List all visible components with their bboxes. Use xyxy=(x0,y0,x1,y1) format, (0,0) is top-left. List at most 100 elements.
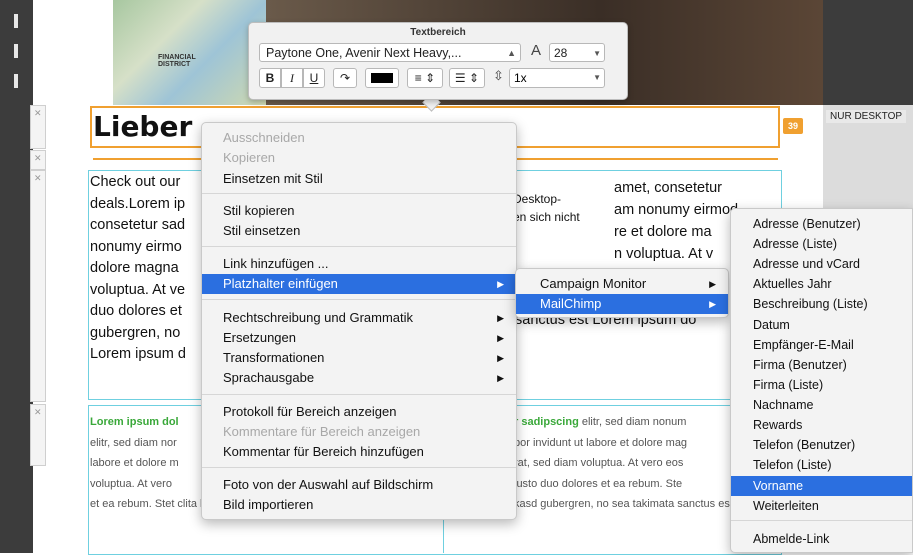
menu-separator xyxy=(202,394,516,395)
height-badge: 39 xyxy=(783,118,803,134)
mailchimp-submenu: Adresse (Benutzer) Adresse (Liste) Adres… xyxy=(730,208,913,553)
merge-tag-item[interactable]: Aktuelles Jahr xyxy=(731,274,912,294)
close-icon[interactable]: ✕ xyxy=(34,173,42,184)
menu-item-add-comment[interactable]: Kommentar für Bereich hinzufügen xyxy=(202,442,516,462)
menu-item-copy-style[interactable]: Stil kopieren xyxy=(202,201,516,221)
menu-item-label: Ersetzungen xyxy=(223,330,296,345)
line-height-value: 1x xyxy=(514,71,527,85)
context-menu: Ausschneiden Kopieren Einsetzen mit Stil… xyxy=(201,122,517,520)
chevron-down-icon[interactable]: ▼ xyxy=(593,44,601,63)
menu-item-add-link[interactable]: Link hinzufügen ... xyxy=(202,254,516,274)
chevron-down-icon[interactable]: ▼ xyxy=(593,69,601,87)
close-icon[interactable]: ✕ xyxy=(34,108,42,119)
merge-tag-item[interactable]: Rewards xyxy=(731,415,912,435)
menu-item-insert-placeholder[interactable]: Platzhalter einfügen ▶ xyxy=(202,274,516,294)
merge-tag-item[interactable]: Telefon (Benutzer) xyxy=(731,435,912,455)
submenu-item-campaign-monitor[interactable]: Campaign Monitor ▶ xyxy=(516,274,728,294)
italic-button[interactable]: I xyxy=(281,68,303,88)
menu-item-import-image[interactable]: Bild importieren xyxy=(202,495,516,515)
text-color-button[interactable] xyxy=(365,68,399,88)
color-swatch xyxy=(371,73,393,83)
font-family-select[interactable]: Paytone One, Avenir Next Heavy,... ▲ xyxy=(259,43,521,62)
menu-item-cut[interactable]: Ausschneiden xyxy=(202,128,516,148)
menu-item-show-log[interactable]: Protokoll für Bereich anzeigen xyxy=(202,402,516,422)
toolbar-title: Textbereich xyxy=(410,27,466,38)
font-size-input[interactable]: 28 ▼ xyxy=(549,43,605,62)
merge-tag-item[interactable]: Datum xyxy=(731,315,912,335)
merge-tag-item[interactable]: Empfänger-E-Mail xyxy=(731,335,912,355)
menu-item-label: Rechtschreibung und Grammatik xyxy=(223,310,414,325)
menu-item-label: Sprachausgabe xyxy=(223,370,315,385)
row-handle[interactable]: ✕ xyxy=(30,404,46,466)
line-height-icon: ⇳ xyxy=(493,68,504,83)
submenu-arrow-icon: ▶ xyxy=(709,299,716,309)
map-image xyxy=(113,0,266,105)
link-button[interactable]: ↷ xyxy=(333,68,357,88)
redo-arrow-icon: ↷ xyxy=(339,71,351,85)
font-family-value: Paytone One, Avenir Next Heavy,... xyxy=(266,46,462,60)
row-handle[interactable]: ✕ xyxy=(30,105,46,149)
menu-item-paste-style[interactable]: Stil einsetzen xyxy=(202,221,516,241)
menu-item-transformations[interactable]: Transformationen ▶ xyxy=(202,348,516,368)
menu-separator xyxy=(202,193,516,194)
merge-tag-item[interactable]: Adresse und vCard xyxy=(731,254,912,274)
menu-separator xyxy=(202,246,516,247)
body-line: am nonumy eirmod xyxy=(614,202,739,218)
submenu-arrow-icon: ▶ xyxy=(497,279,504,289)
line-height-select[interactable]: 1x ▼ xyxy=(509,68,605,88)
menu-item-label: Transformationen xyxy=(223,350,325,365)
align-left-icon: ≡ ⇕ xyxy=(414,71,436,85)
merge-tag-item[interactable]: Adresse (Liste) xyxy=(731,234,912,254)
headline-text[interactable]: Lieber xyxy=(93,110,192,143)
menu-item-screenshot[interactable]: Foto von der Auswahl auf Bildschirm xyxy=(202,475,516,495)
menu-item-label: MailChimp xyxy=(540,296,602,311)
menu-item-paste-with-style[interactable]: Einsetzen mit Stil xyxy=(202,169,516,189)
menu-item-substitutions[interactable]: Ersetzungen ▶ xyxy=(202,328,516,348)
body-line: n voluptua. At v xyxy=(614,246,714,262)
body-line: re et dolore ma xyxy=(614,224,712,240)
menu-item-copy[interactable]: Kopieren xyxy=(202,148,516,168)
row-handle[interactable]: ✕ xyxy=(30,170,46,402)
close-icon[interactable]: ✕ xyxy=(34,407,42,418)
merge-tag-item[interactable]: Firma (Liste) xyxy=(731,375,912,395)
merge-tag-item[interactable]: Nachname xyxy=(731,395,912,415)
menu-separator xyxy=(202,467,516,468)
menu-item-label: Campaign Monitor xyxy=(540,276,647,291)
merge-tag-item[interactable]: Telefon (Liste) xyxy=(731,455,912,475)
font-size-value: 28 xyxy=(554,46,568,60)
menu-separator xyxy=(731,520,912,521)
bold-button[interactable]: B xyxy=(259,68,281,88)
menu-item-spelling-grammar[interactable]: Rechtschreibung und Grammatik ▶ xyxy=(202,308,516,328)
rail-marker xyxy=(14,44,18,58)
map-label: FINANCIAL DISTRICT xyxy=(158,54,196,68)
alignment-select[interactable]: ≡ ⇕ xyxy=(407,68,443,88)
hidden-note-line: en sich nicht xyxy=(513,210,580,224)
row-handle[interactable]: ✕ xyxy=(30,150,46,170)
underline-button[interactable]: U xyxy=(303,68,325,88)
submenu-item-mailchimp[interactable]: MailChimp ▶ xyxy=(516,294,728,314)
placeholder-submenu: Campaign Monitor ▶ MailChimp ▶ xyxy=(515,268,729,318)
submenu-arrow-icon: ▶ xyxy=(497,353,504,363)
merge-tag-item[interactable]: Firma (Benutzer) xyxy=(731,355,912,375)
menu-item-show-comments[interactable]: Kommentare für Bereich anzeigen xyxy=(202,422,516,442)
desktop-only-label: NUR DESKTOP xyxy=(826,110,907,123)
merge-tag-item[interactable]: Abmelde-Link xyxy=(731,529,912,549)
merge-tag-item-selected[interactable]: Vorname xyxy=(731,476,912,496)
close-icon[interactable]: ✕ xyxy=(34,153,42,164)
list-select[interactable]: ☰ ⇕ xyxy=(449,68,485,88)
submenu-arrow-icon: ▶ xyxy=(709,279,716,289)
body-line: amet, consetetur xyxy=(614,180,722,196)
left-rail xyxy=(0,0,33,553)
stepper-icon: ▲ xyxy=(507,48,516,58)
font-size-icon: A xyxy=(531,42,542,59)
menu-item-label: Platzhalter einfügen xyxy=(223,276,338,291)
hidden-note-line: Desktop- xyxy=(513,192,562,206)
list-icon: ☰ ⇕ xyxy=(454,71,480,85)
merge-tag-item[interactable]: Beschreibung (Liste) xyxy=(731,294,912,314)
merge-tag-item[interactable]: Adresse (Benutzer) xyxy=(731,214,912,234)
rail-marker xyxy=(14,14,18,28)
submenu-arrow-icon: ▶ xyxy=(497,373,504,383)
menu-item-speech[interactable]: Sprachausgabe ▶ xyxy=(202,368,516,388)
merge-tag-item[interactable]: Weiterleiten xyxy=(731,496,912,516)
column-heading-rest: elitr, sed diam nonum xyxy=(578,416,687,428)
